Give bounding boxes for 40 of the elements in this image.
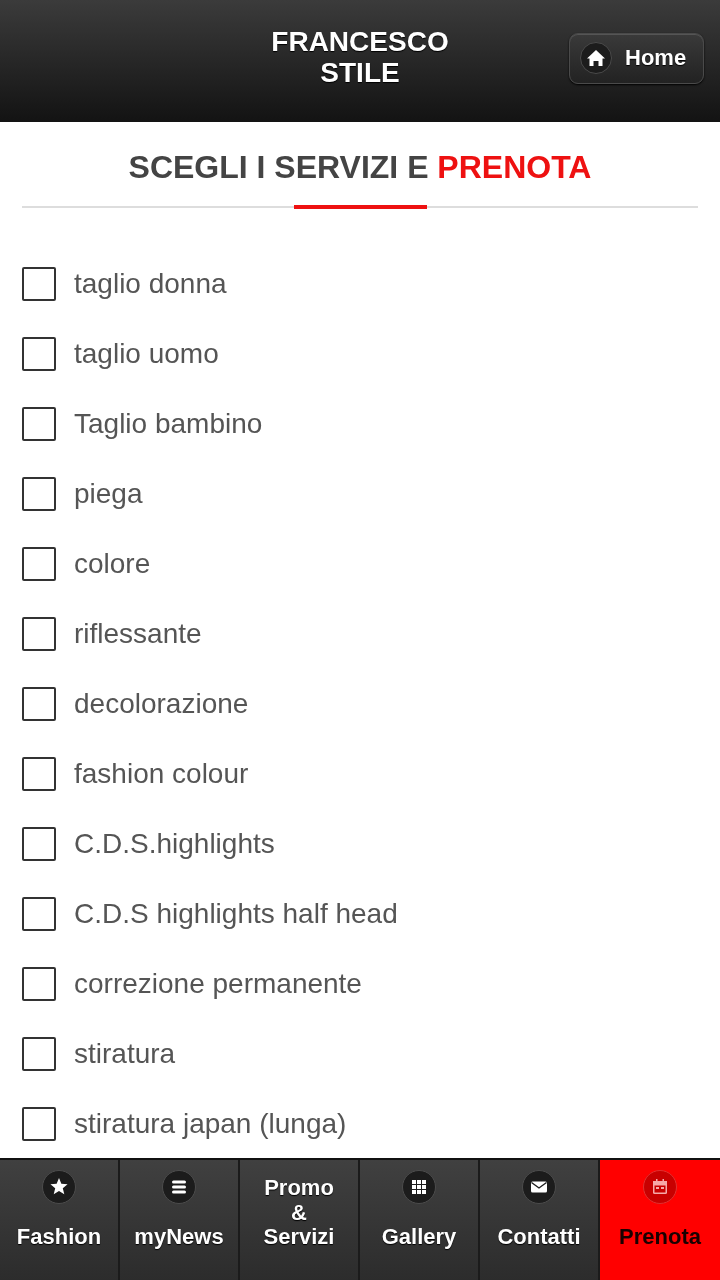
- list-icon: [162, 1170, 196, 1204]
- checkbox[interactable]: [22, 267, 56, 301]
- service-label: taglio uomo: [74, 337, 219, 371]
- envelope-icon: [522, 1170, 556, 1204]
- checkbox[interactable]: [22, 757, 56, 791]
- checkbox[interactable]: [22, 1037, 56, 1071]
- service-label: piega: [74, 477, 143, 511]
- checkbox[interactable]: [22, 547, 56, 581]
- service-label: taglio donna: [74, 267, 227, 301]
- home-button[interactable]: Home: [569, 32, 704, 84]
- service-label: C.D.S.highlights: [74, 827, 275, 861]
- service-label: Taglio bambino: [74, 407, 263, 441]
- checkbox[interactable]: [22, 477, 56, 511]
- tab[interactable]: myNews: [120, 1160, 240, 1280]
- tab[interactable]: Gallery: [360, 1160, 480, 1280]
- app-title: FRANCESCO STILE: [270, 26, 450, 90]
- checkbox[interactable]: [22, 967, 56, 1001]
- checkbox[interactable]: [22, 897, 56, 931]
- checkbox[interactable]: [22, 337, 56, 371]
- grid-icon: [402, 1170, 436, 1204]
- tab[interactable]: Prenota: [600, 1160, 720, 1280]
- service-label: decolorazione: [74, 687, 249, 721]
- checkbox[interactable]: [22, 407, 56, 441]
- tab[interactable]: Fashion: [0, 1160, 120, 1280]
- calendar-icon: [643, 1170, 677, 1204]
- service-label: fashion colour: [74, 757, 249, 791]
- service-label: C.D.S highlights half head: [74, 897, 398, 931]
- section-heading: SCEGLI I SERVIZI E PRENOTA: [128, 148, 592, 185]
- service-label: riflessante: [74, 617, 202, 651]
- home-icon: [580, 42, 612, 74]
- checkbox[interactable]: [22, 827, 56, 861]
- tab[interactable]: Contatti: [480, 1160, 600, 1280]
- service-label: stiratura japan (lunga): [74, 1107, 347, 1141]
- tab[interactable]: Promo & Servizi: [240, 1160, 360, 1280]
- service-label: correzione permanente: [74, 967, 362, 1001]
- checkbox[interactable]: [22, 687, 56, 721]
- service-label: stiratura: [74, 1037, 176, 1071]
- checkbox[interactable]: [22, 1107, 56, 1141]
- service-label: colore: [74, 547, 151, 581]
- checkbox[interactable]: [22, 617, 56, 651]
